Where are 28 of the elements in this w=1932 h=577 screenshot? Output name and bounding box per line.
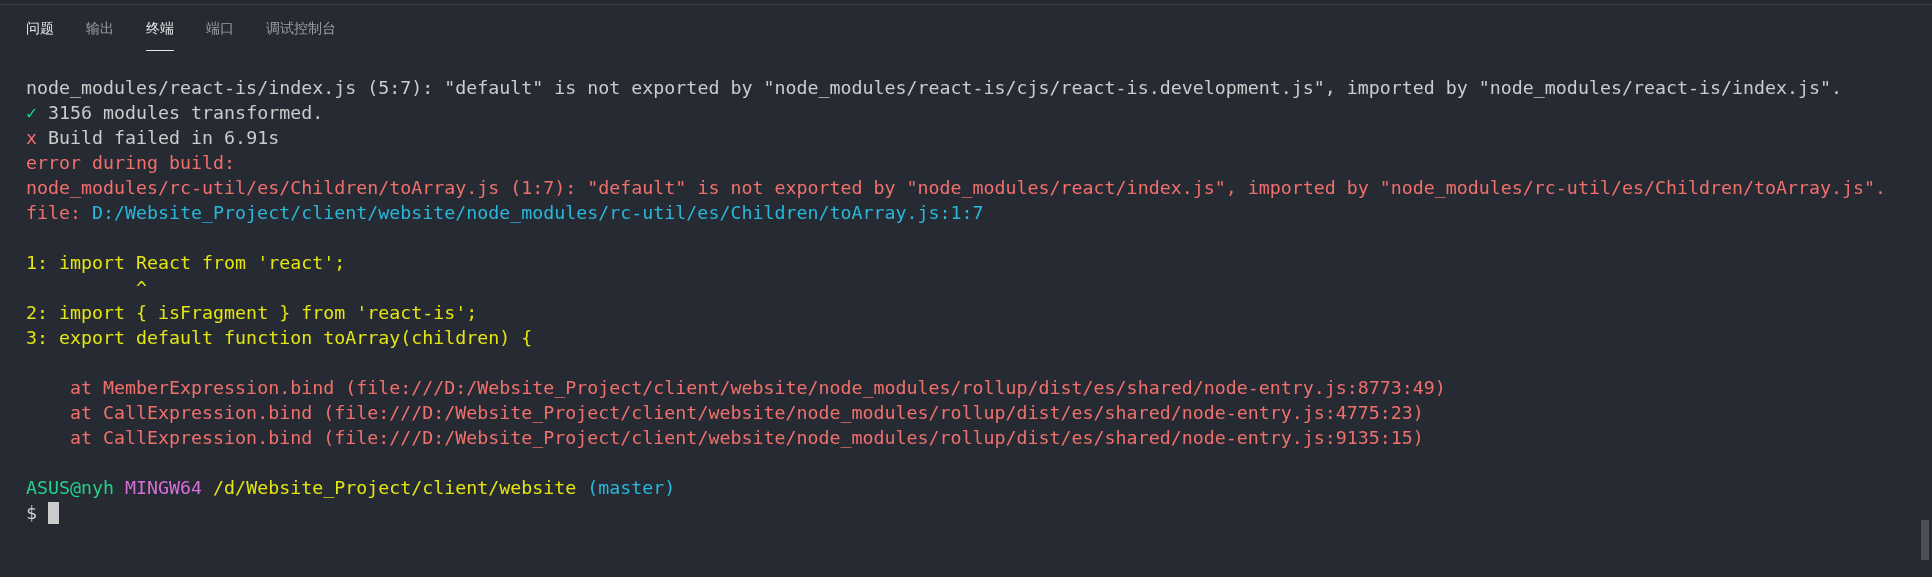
terminal-text: ASUS@nyh [26, 476, 115, 500]
panel-tab[interactable]: 调试控制台 [266, 5, 336, 51]
terminal-text: Build failed in 6.91s [48, 126, 280, 150]
terminal-text: MINGW64 [125, 476, 203, 500]
terminal-text: ^ [135, 276, 148, 300]
terminal-text: 1: import React from 'react'; [26, 251, 346, 275]
panel-tab[interactable]: 输出 [86, 5, 114, 51]
terminal-text: D:/Website_Project/client/website/node_modules/rc-util/es/Children/toArray.js:1:7 [92, 201, 984, 225]
terminal-text: at MemberExpression.bind (file:///D:/Website_Project/client/website/node_modules/rollup/dist/es/shared/node-entry.js:8773:49) [69, 376, 1446, 400]
terminal-text: 3: export default function toArray(children) { [26, 326, 533, 350]
panel-tab[interactable]: 端口 [206, 5, 234, 51]
terminal-text: at CallExpression.bind (file:///D:/Website_Project/client/website/node_modules/rollup/dist/es/shared/node-entry.js:9135:15) [69, 426, 1424, 450]
terminal-text: at CallExpression.bind (file:///D:/Website_Project/client/website/node_modules/rollup/dist/es/shared/node-entry.js:4775:23) [69, 401, 1424, 425]
terminal-text: /d/Website_Project/client/website [213, 476, 577, 500]
terminal-text: file: [26, 201, 82, 225]
terminal-text: 2: import { isFragment } from 'react-is'; [26, 301, 478, 325]
terminal-text: error during build: [26, 151, 236, 175]
terminal-text: node_modules/react-is/index.js (5:7): "default" is not exported by "node_modules/react-is/cjs/react-is.development.js", imported by "node_modules/react-is/index.js". [26, 76, 1843, 100]
terminal-text: ✓ [26, 101, 37, 125]
terminal-text: x [26, 126, 37, 150]
terminal-text: (master) [587, 476, 676, 500]
terminal-text: 3156 modules transformed. [48, 101, 324, 125]
panel-tab[interactable]: 终端 [146, 5, 174, 51]
terminal-text: node_modules/rc-util/es/Children/toArray.js (1:7): "default" is not exported by "node_modules/react/index.js", imported by "node_modules/rc-util/es/Children/toArray.js". [26, 176, 1887, 200]
terminal-text: $ [26, 501, 37, 525]
text-cursor [48, 502, 59, 524]
panel-tab[interactable]: 问题 [26, 5, 54, 51]
scrollbar-thumb[interactable] [1921, 520, 1929, 560]
